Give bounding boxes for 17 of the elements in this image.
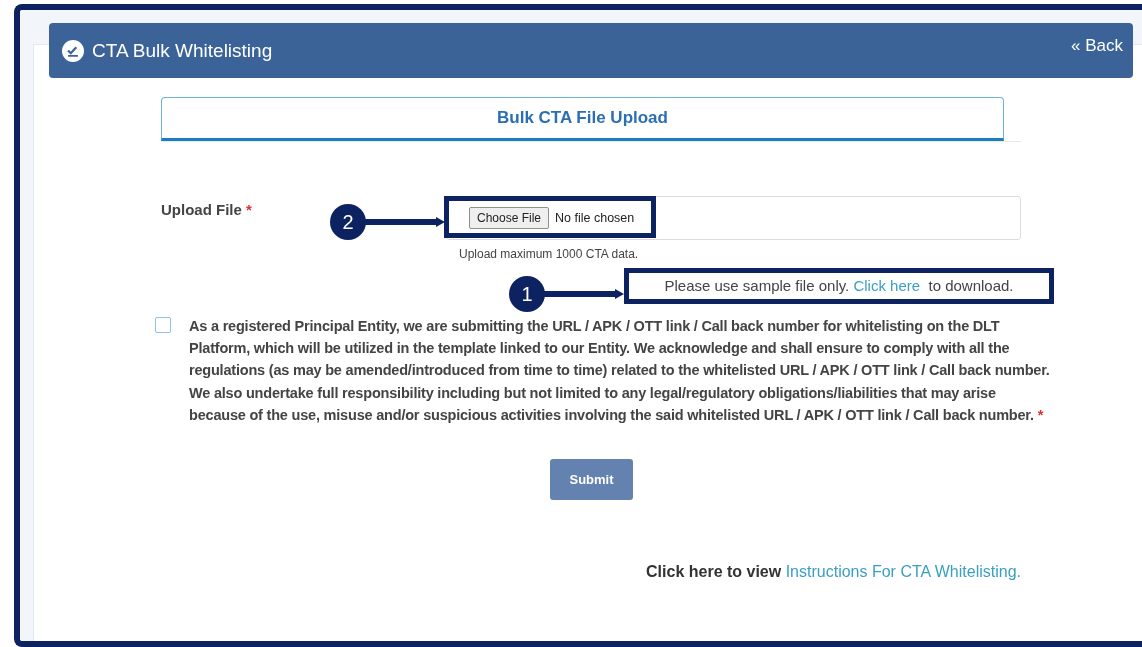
- callout-number: 2: [330, 204, 366, 240]
- callout-number: 1: [509, 276, 545, 312]
- choose-file-button[interactable]: Choose File: [469, 207, 550, 229]
- check-circle-icon: [62, 39, 84, 62]
- consent-text: As a registered Principal Entity, we are submitting the URL / APK / OTT link / Call back number for whitelisting on the DLT Platform, which will be utilized in the template linked to our Entity. We acknowledge and shall ensure to comply with all the regulations (as may be amended/introduced from time to time) related to the whitelisted URL / APK / OTT link / Call back number. We also undertake full responsibility including but not limited to any legal/regulatory obligations/liabilities that may arise because of the use, misuse and/or suspicious activities involving the said whitelisted URL / APK / OTT link / Call back number. *: [189, 317, 1051, 425]
- page-title: CTA Bulk Whitelisting: [92, 39, 273, 62]
- instructions-text: Click here to view Instructions For CTA Whitelisting.: [645, 563, 1021, 581]
- file-input[interactable]: Choose File No file chosen: [446, 196, 1021, 240]
- consent-checkbox[interactable]: [155, 317, 171, 333]
- tab[interactable]: Bulk CTA File Upload: [161, 97, 1004, 141]
- back-link[interactable]: « Back: [1071, 36, 1123, 56]
- instructions-link[interactable]: Instructions For CTA Whitelisting.: [785, 563, 1021, 580]
- download-link[interactable]: Click here: [853, 277, 921, 294]
- sample-note: Please use sample file only. Click here to download.: [624, 268, 1054, 304]
- file-status: No file chosen: [555, 211, 635, 225]
- upload-hint: Upload maximum 1000 CTA data.: [459, 247, 640, 261]
- upload-label: Upload File *: [161, 201, 253, 218]
